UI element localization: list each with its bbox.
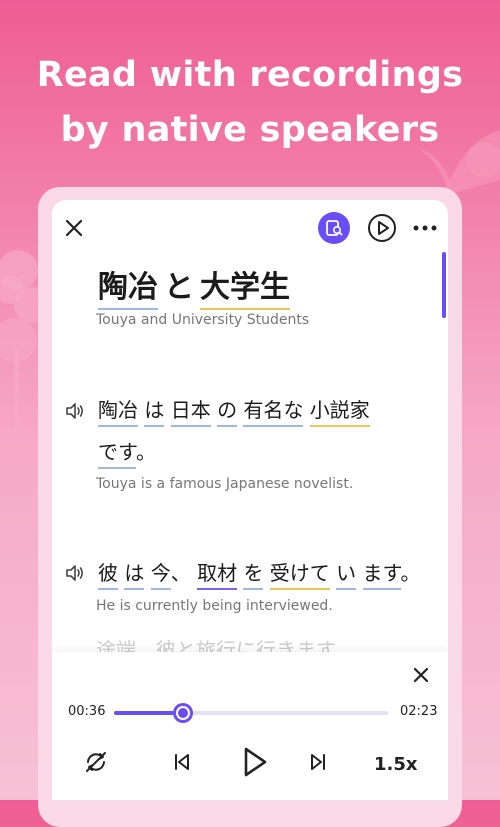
sentence-1-translation: Touya is a famous Japanese novelist. — [96, 476, 354, 492]
scrollbar[interactable] — [442, 252, 446, 318]
word[interactable]: 陶冶 — [98, 398, 138, 427]
previous-icon[interactable] — [164, 744, 200, 780]
progress-knob[interactable] — [172, 703, 193, 723]
play-circle-icon[interactable] — [366, 212, 398, 244]
story-title: 陶冶と大学生 — [98, 262, 290, 310]
title-word[interactable]: 陶冶 — [98, 270, 158, 310]
progress-slider[interactable] — [114, 703, 388, 723]
title-word[interactable]: 大学生 — [200, 270, 290, 310]
sentence-2-line-1: 彼 は 今、 取材 を 受けて い ます。 — [98, 553, 421, 593]
total-time: 02:23 — [400, 704, 438, 719]
word[interactable]: 今 — [150, 561, 171, 590]
sentence-1-line-1: 陶冶 は 日本 の 有名な 小説家 — [98, 390, 370, 430]
sentence-2-translation: He is currently being interviewed. — [96, 598, 333, 614]
word[interactable]: い — [336, 561, 357, 590]
current-time: 00:36 — [68, 704, 106, 719]
word[interactable]: 日本 — [170, 398, 211, 427]
word[interactable]: の — [217, 398, 238, 427]
word[interactable]: 小説家 — [309, 398, 370, 427]
play-icon[interactable] — [232, 740, 276, 784]
word: 。 — [136, 440, 156, 464]
word[interactable]: 取材 — [197, 561, 238, 590]
title-word[interactable]: と — [164, 270, 194, 310]
player-close-icon[interactable] — [408, 662, 434, 688]
word[interactable]: ます — [362, 561, 401, 590]
next-icon[interactable] — [300, 744, 336, 780]
more-icon[interactable] — [408, 214, 442, 242]
word[interactable]: は — [124, 561, 145, 590]
close-icon[interactable] — [60, 214, 88, 242]
word[interactable]: です — [98, 440, 136, 469]
audio-player: 00:36 02:23 1.5x — [52, 652, 448, 800]
playback-speed-button[interactable]: 1.5x — [374, 754, 418, 775]
word: 、 — [170, 561, 191, 585]
word[interactable]: な — [283, 398, 304, 427]
word[interactable]: を — [243, 561, 264, 590]
lookup-icon[interactable] — [318, 212, 350, 244]
word[interactable]: は — [144, 398, 165, 427]
word[interactable]: 受けて — [269, 561, 330, 590]
word[interactable]: 有名 — [243, 398, 284, 427]
speaker-icon[interactable] — [64, 400, 86, 422]
story-subtitle: Touya and University Students — [96, 312, 310, 328]
speaker-icon[interactable] — [64, 562, 86, 584]
loop-off-icon[interactable] — [78, 744, 114, 780]
reader-screen: 陶冶と大学生 Touya and University Students 陶冶 … — [52, 200, 448, 800]
word[interactable]: 彼 — [98, 561, 118, 590]
word: 。 — [400, 561, 421, 585]
sentence-1-line-2: です。 — [98, 432, 156, 472]
headline-line-1: Read with recordings — [36, 55, 464, 95]
